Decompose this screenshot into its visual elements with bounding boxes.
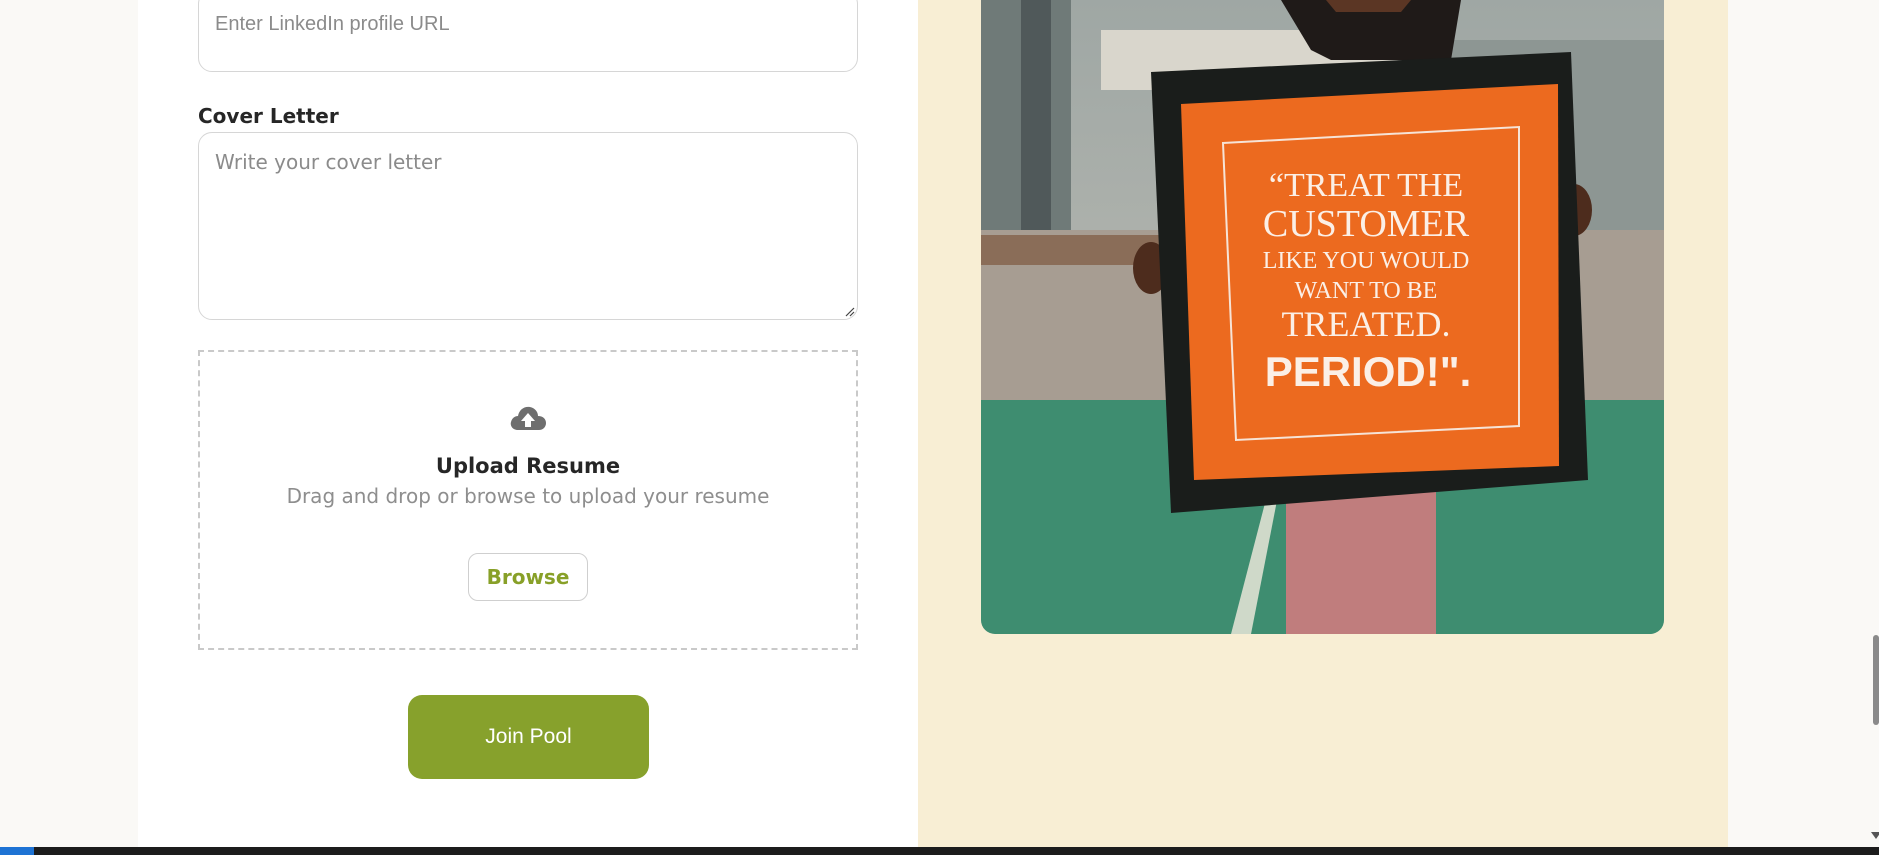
- linkedin-url-placeholder: Enter LinkedIn profile URL: [215, 13, 450, 35]
- cloud-upload-icon: [510, 406, 546, 430]
- sign-line-1: “TREAT THE: [1269, 167, 1463, 204]
- page-scrollbar-thumb[interactable]: [1873, 635, 1879, 725]
- customer-service-photo: “TREAT THE CUSTOMER LIKE YOU WOULD WANT …: [981, 0, 1664, 634]
- sign-line-4: WANT TO BE: [1295, 278, 1438, 304]
- upload-resume-title: Upload Resume: [435, 454, 621, 478]
- start-button-icon[interactable]: [0, 847, 34, 855]
- cover-letter-textarea[interactable]: Write your cover letter: [198, 132, 858, 320]
- browse-button[interactable]: Browse: [468, 553, 588, 601]
- os-taskbar: [0, 847, 1879, 855]
- sign-line-3: LIKE YOU WOULD: [1263, 248, 1470, 274]
- sign-line-6: PERIOD!".: [1265, 348, 1472, 395]
- sign-line-5: TREATED.: [1282, 304, 1451, 344]
- resize-handle-icon[interactable]: [843, 305, 855, 317]
- linkedin-url-input[interactable]: Enter LinkedIn profile URL: [198, 0, 858, 72]
- cover-letter-placeholder: Write your cover letter: [215, 150, 442, 174]
- upload-resume-subtitle: Drag and drop or browse to upload your r…: [286, 484, 770, 508]
- sign-line-2: CUSTOMER: [1263, 203, 1470, 245]
- cover-letter-label: Cover Letter: [198, 104, 339, 128]
- scroll-down-arrow-icon[interactable]: [1871, 832, 1879, 839]
- join-pool-button[interactable]: Join Pool: [408, 695, 649, 779]
- resume-dropzone[interactable]: Upload Resume Drag and drop or browse to…: [198, 350, 858, 650]
